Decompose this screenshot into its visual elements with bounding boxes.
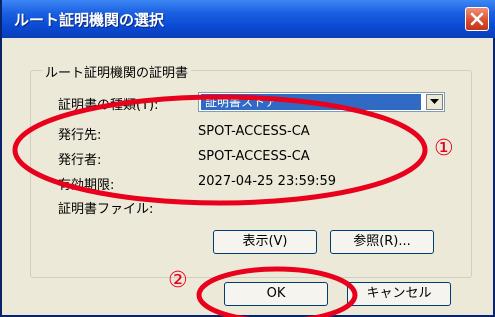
expiry-label: 有効期限: <box>58 178 115 193</box>
annotation-marker-2: ② <box>168 268 188 293</box>
close-button[interactable] <box>465 7 489 31</box>
title-bar[interactable]: ルート証明機関の選択 <box>2 0 495 38</box>
dropdown-button[interactable] <box>426 94 443 110</box>
view-button[interactable]: 表示(V) <box>213 230 317 254</box>
issued-by-value: SPOT-ACCESS-CA <box>198 149 310 164</box>
cert-type-value: 証明書ストア <box>201 94 421 110</box>
group-legend: ルート証明機関の証明書 <box>42 62 192 81</box>
cert-type-select[interactable]: 証明書ストア <box>198 92 445 112</box>
cert-file-label: 証明書ファイル: <box>58 202 154 217</box>
dialog-window: ルート証明機関の選択 ルート証明機関の証明書 証明書の種類(T): 証明書ストア… <box>0 0 495 317</box>
ok-button[interactable]: OK <box>224 282 328 306</box>
cancel-button[interactable]: キャンセル <box>347 282 451 306</box>
close-icon <box>470 12 484 26</box>
expiry-value: 2027-04-25 23:59:59 <box>198 174 337 189</box>
issued-to-label: 発行先: <box>58 128 102 143</box>
browse-button[interactable]: 参照(R)... <box>330 230 434 254</box>
cert-type-label: 証明書の種類(T): <box>58 98 159 113</box>
window-title: ルート証明機関の選択 <box>14 11 165 29</box>
issued-to-value: SPOT-ACCESS-CA <box>198 124 310 139</box>
annotation-marker-1: ① <box>434 136 454 161</box>
chevron-down-icon <box>430 99 439 104</box>
issued-by-label: 発行者: <box>58 153 102 168</box>
